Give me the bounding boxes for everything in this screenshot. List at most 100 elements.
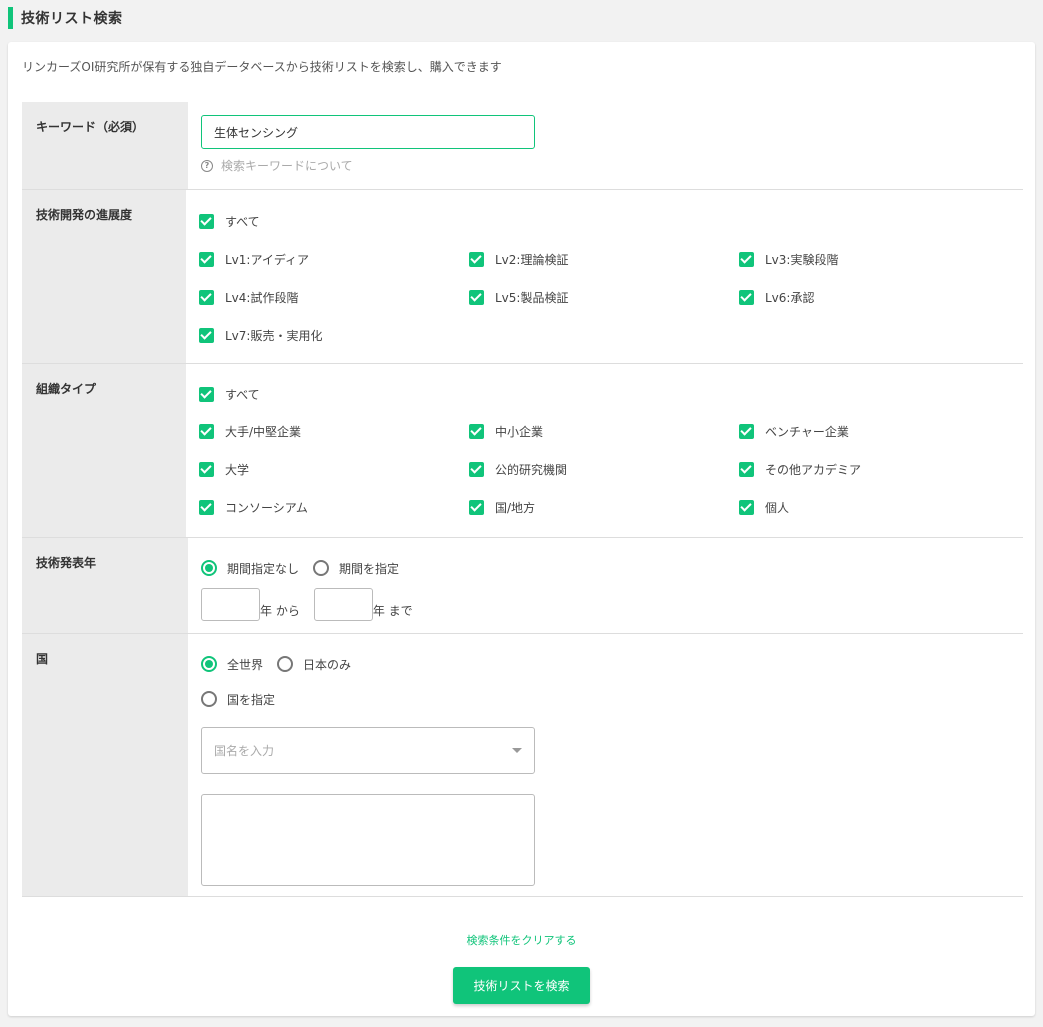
checkbox-checked-icon [199, 289, 214, 305]
year-range-radio[interactable]: 期間を指定 [313, 560, 399, 577]
checkbox-checked-icon [739, 499, 754, 515]
checkbox-checked-icon [469, 423, 484, 439]
country-row: 国 全世界 日本のみ 国を指定 国名を入力 [22, 634, 1023, 897]
search-button[interactable]: 技術リストを検索 [453, 967, 590, 1004]
radio-label: 国を指定 [227, 692, 276, 707]
progress-lv1-checkbox[interactable]: Lv1:アイディア [199, 251, 469, 268]
page-header: 技術リスト検索 [8, 7, 123, 29]
search-form: キーワード（必須） 生体センシング ? 検索キーワードについて 技術開発の進展度… [22, 102, 1023, 897]
org-type-content: すべて 大手/中堅企業 中小企業 ベンチャー企業 大学 公的研究機関 その他アカ… [186, 364, 1023, 537]
radio-unselected-icon [201, 691, 217, 707]
org-venture-checkbox[interactable]: ベンチャー企業 [739, 423, 1009, 440]
radio-label: 日本のみ [303, 657, 352, 672]
org-large-company-checkbox[interactable]: 大手/中堅企業 [199, 423, 469, 440]
org-government-checkbox[interactable]: 国/地方 [469, 499, 739, 516]
progress-label: 技術開発の進展度 [22, 190, 186, 363]
org-sme-checkbox[interactable]: 中小企業 [469, 423, 739, 440]
year-content: 期間指定なし 期間を指定 年 から 年 まで [188, 538, 1023, 633]
checkbox-checked-icon [739, 423, 754, 439]
country-japan-radio[interactable]: 日本のみ [277, 656, 351, 673]
checkbox-checked-icon [469, 251, 484, 267]
country-select[interactable]: 国名を入力 [201, 727, 535, 774]
checkbox-checked-icon [739, 251, 754, 267]
radio-label: 期間指定なし [227, 561, 300, 576]
year-from-input[interactable] [201, 588, 260, 621]
year-from-suffix: 年 から [260, 604, 300, 618]
checkbox-label: 個人 [765, 500, 790, 515]
description-text: リンカーズOI研究所が保有する独自データベースから技術リストを検索し、購入できま… [22, 60, 502, 74]
radio-unselected-icon [313, 560, 330, 576]
country-select-placeholder: 国名を入力 [214, 744, 275, 758]
progress-lv4-checkbox[interactable]: Lv4:試作段階 [199, 289, 469, 306]
checkbox-label: Lv1:アイディア [225, 252, 310, 267]
chevron-down-icon [512, 748, 522, 753]
checkbox-checked-icon [199, 251, 214, 267]
radio-selected-icon [201, 560, 217, 576]
keyword-content: 生体センシング ? 検索キーワードについて [188, 102, 1023, 189]
country-label: 国 [22, 634, 188, 896]
progress-lv6-checkbox[interactable]: Lv6:承認 [739, 289, 1009, 306]
checkbox-label: 中小企業 [495, 424, 544, 439]
checkbox-checked-icon [199, 461, 214, 477]
year-to-input[interactable] [313, 588, 373, 621]
page-title: 技術リスト検索 [21, 11, 123, 27]
country-content: 全世界 日本のみ 国を指定 国名を入力 [188, 634, 1023, 896]
org-public-research-checkbox[interactable]: 公的研究機関 [469, 461, 739, 478]
progress-content: すべて Lv1:アイディア Lv2:理論検証 Lv3:実験段階 Lv4:試作段階… [186, 190, 1023, 363]
progress-all-checkbox[interactable]: すべて [199, 213, 469, 230]
checkbox-label: 公的研究機関 [495, 462, 568, 477]
org-type-label: 組織タイプ [22, 364, 186, 537]
radio-selected-icon [201, 656, 217, 672]
country-specify-radio[interactable]: 国を指定 [201, 691, 275, 708]
keyword-label: キーワード（必須） [22, 102, 188, 189]
question-circle-icon: ? [201, 159, 213, 172]
checkbox-label: 大手/中堅企業 [225, 424, 302, 439]
clear-conditions-link[interactable]: 検索条件をクリアする [8, 932, 1035, 948]
year-row: 技術発表年 期間指定なし 期間を指定 年 から 年 まで [22, 538, 1023, 634]
checkbox-label: 国/地方 [495, 500, 536, 515]
checkbox-label: Lv4:試作段階 [225, 290, 299, 305]
progress-lv7-checkbox[interactable]: Lv7:販売・実用化 [199, 327, 469, 344]
radio-label: 全世界 [227, 657, 264, 672]
checkbox-label: Lv2:理論検証 [495, 252, 569, 267]
keyword-help-link[interactable]: ? 検索キーワードについて [201, 157, 1009, 174]
progress-lv5-checkbox[interactable]: Lv5:製品検証 [469, 289, 739, 306]
year-label: 技術発表年 [22, 538, 188, 633]
radio-label: 期間を指定 [339, 561, 400, 576]
checkbox-label: すべて [225, 387, 260, 402]
org-type-row: 組織タイプ すべて 大手/中堅企業 中小企業 ベンチャー企業 大学 公的研究機関 [22, 364, 1023, 538]
checkbox-checked-icon [469, 289, 484, 305]
country-list-textarea[interactable] [201, 794, 535, 886]
title-accent-bar [8, 7, 13, 29]
checkbox-label: コンソーシアム [225, 500, 308, 515]
country-world-radio[interactable]: 全世界 [201, 656, 263, 673]
org-university-checkbox[interactable]: 大学 [199, 461, 469, 478]
year-none-radio[interactable]: 期間指定なし [201, 560, 299, 577]
checkbox-checked-icon [199, 386, 214, 402]
progress-lv3-checkbox[interactable]: Lv3:実験段階 [739, 251, 1009, 268]
checkbox-label: すべて [225, 214, 260, 229]
year-to-suffix: 年 まで [372, 604, 413, 618]
checkbox-label: その他アカデミア [765, 462, 862, 477]
org-other-academia-checkbox[interactable]: その他アカデミア [739, 461, 1009, 478]
checkbox-label: Lv7:販売・実用化 [225, 328, 323, 343]
org-individual-checkbox[interactable]: 個人 [739, 499, 1009, 516]
radio-unselected-icon [277, 656, 294, 672]
checkbox-label: ベンチャー企業 [765, 424, 849, 439]
checkbox-label: Lv3:実験段階 [765, 252, 839, 267]
checkbox-checked-icon [469, 461, 484, 477]
org-consortium-checkbox[interactable]: コンソーシアム [199, 499, 469, 516]
checkbox-checked-icon [199, 327, 214, 343]
checkbox-checked-icon [469, 499, 484, 515]
progress-lv2-checkbox[interactable]: Lv2:理論検証 [469, 251, 739, 268]
progress-row: 技術開発の進展度 すべて Lv1:アイディア Lv2:理論検証 Lv3:実験段階… [22, 190, 1023, 364]
search-card: リンカーズOI研究所が保有する独自データベースから技術リストを検索し、購入できま… [8, 42, 1035, 1016]
keyword-input[interactable]: 生体センシング [201, 115, 535, 149]
org-all-checkbox[interactable]: すべて [199, 386, 469, 403]
checkbox-checked-icon [199, 423, 214, 439]
keyword-row: キーワード（必須） 生体センシング ? 検索キーワードについて [22, 102, 1023, 190]
keyword-help-text: 検索キーワードについて [221, 159, 353, 173]
checkbox-checked-icon [199, 213, 214, 229]
checkbox-label: Lv6:承認 [765, 290, 815, 305]
checkbox-label: 大学 [225, 462, 250, 477]
